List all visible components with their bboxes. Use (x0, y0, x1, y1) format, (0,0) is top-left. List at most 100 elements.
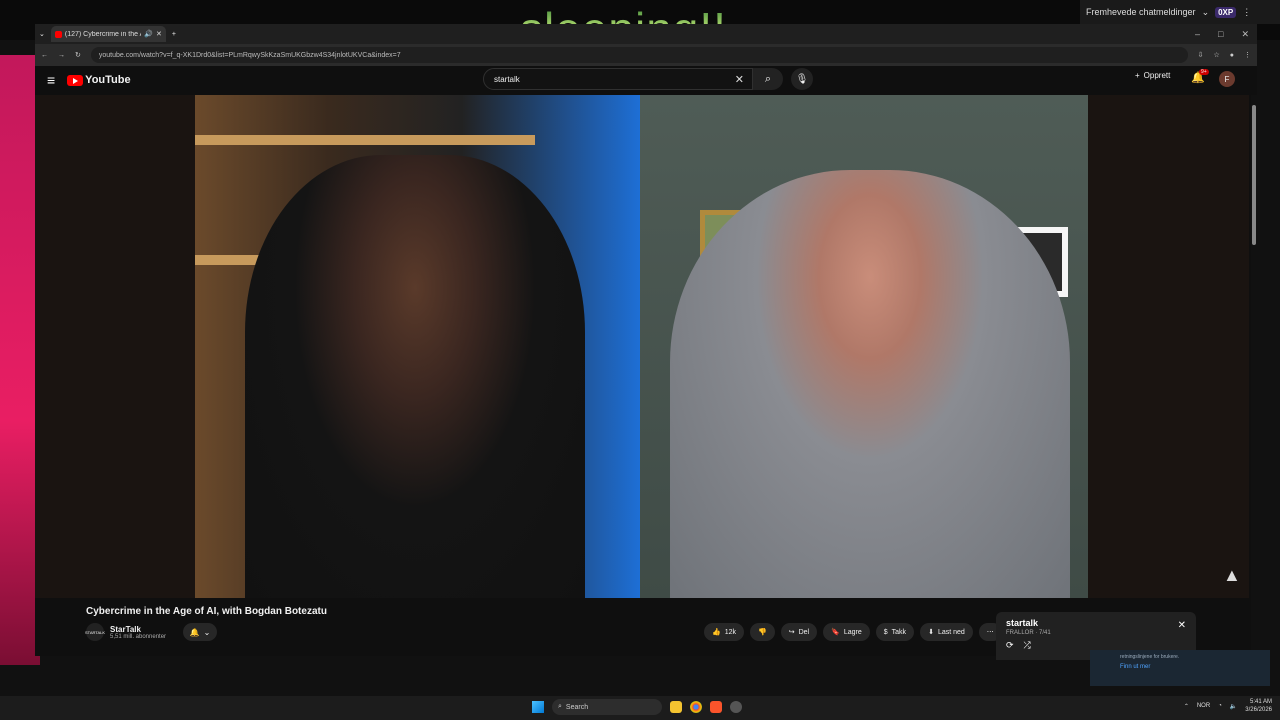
subscription-bell-button[interactable]: 🔔 ⌄ (183, 623, 217, 641)
thumbs-down-icon: 👎 (758, 629, 767, 636)
minimize-button[interactable]: – (1195, 29, 1200, 40)
youtube-favicon-icon (54, 30, 62, 38)
download-label: Last ned (937, 628, 965, 636)
dislike-button[interactable]: 👎 (750, 623, 775, 641)
close-window-button[interactable]: ✕ (1241, 29, 1249, 40)
chat-header-label: Fremhevede chatmeldinger (1086, 7, 1196, 17)
tab-title: (127) Cybercrime in the Ag (64, 30, 142, 38)
tab-bar: ⌄ (127) Cybercrime in the Ag 🔊 ✕ + – □ ✕ (35, 24, 1257, 44)
youtube-play-icon (67, 74, 84, 86)
create-label: Opprett (1143, 71, 1171, 80)
wifi-icon[interactable]: ◔ (1218, 703, 1222, 709)
video-actions: 👍 12k 👎 ↪ Del 🔖 Lagre $ Takk ⬇ Last ned ⋯ (704, 623, 1002, 641)
desktop-background (0, 55, 40, 665)
xp-badge: 0XP (1215, 6, 1237, 18)
lang-indicator[interactable]: NOR (1197, 703, 1210, 709)
search-button[interactable]: ⌕ (753, 68, 783, 90)
file-explorer-icon[interactable] (670, 701, 682, 713)
system-tray: ⌃ NOR ◔ 🔈 5:41 AM 3/26/2026 (1184, 698, 1272, 714)
video-left-speaker (195, 95, 640, 598)
shuffle-icon[interactable]: ⤮ (1024, 640, 1031, 651)
bookshelf (195, 135, 535, 145)
download-button[interactable]: ⬇ Last ned (920, 623, 973, 641)
app-icon[interactable] (730, 701, 742, 713)
browser-menu-icon[interactable]: ⋮ (1244, 51, 1251, 59)
youtube-logo-text: YouTube (85, 74, 131, 86)
youtube-logo[interactable]: YouTube (67, 74, 131, 86)
tab-list-icon[interactable]: ⌄ (39, 30, 45, 38)
clock-date: 3/26/2026 (1245, 707, 1272, 713)
dollar-icon: $ (883, 628, 888, 636)
channel-info[interactable]: STARTALK StarTalk 5,51 mill. abonnenter (85, 623, 167, 641)
share-icon: ↪ (788, 629, 795, 636)
close-tab-icon[interactable]: ✕ (156, 30, 162, 38)
thanks-button[interactable]: $ Takk (875, 623, 915, 641)
chat-header[interactable]: Fremhevede chatmeldinger ⌄ 0XP ⋮ (1080, 0, 1280, 24)
host-person (245, 155, 585, 598)
volume-icon[interactable]: 🔈 (1230, 703, 1237, 710)
create-button[interactable]: + Opprett (1135, 71, 1170, 80)
account-avatar[interactable]: F (1219, 71, 1235, 87)
like-count: 12k (724, 628, 737, 636)
tooltip-text: retningslinjene for brukere. (1120, 654, 1180, 660)
share-button[interactable]: ↪ Del (780, 623, 818, 641)
plus-icon: + (1135, 71, 1140, 80)
back-icon[interactable]: ← (41, 52, 48, 59)
install-icon[interactable]: ⇩ (1198, 51, 1204, 59)
mic-icon: 🎙 (795, 73, 809, 85)
loop-icon[interactable]: ⟳ (1006, 640, 1014, 651)
more-icon: ⋯ (986, 629, 994, 636)
video-player[interactable]: COOL IT GUY ▲ (35, 95, 1249, 598)
forward-icon[interactable]: → (58, 52, 65, 59)
address-bar: ← → ↻ youtube.com/watch?v=f_q-XK1Drd0&li… (35, 44, 1257, 66)
playlist-title[interactable]: startalk (1006, 618, 1186, 628)
profile-icon[interactable]: ● (1230, 52, 1234, 59)
channel-avatar[interactable]: STARTALK (85, 623, 105, 641)
speaker-icon[interactable]: 🔊 (144, 30, 153, 38)
thanks-label: Takk (891, 628, 907, 636)
page-scrollbar[interactable] (1251, 95, 1257, 655)
chevron-down-icon: ⌄ (203, 627, 211, 637)
youtube-header: ≡ YouTube startalk ✕ ⌕ 🎙 + Opprett 🔔 9+ … (35, 66, 1257, 94)
hamburger-menu-icon[interactable]: ≡ (47, 72, 55, 88)
like-button[interactable]: 👍 12k (704, 623, 745, 641)
chevron-down-icon: ⌄ (1201, 6, 1210, 17)
share-label: Del (798, 628, 810, 636)
bell-icon: 🔔 (189, 627, 200, 637)
channel-name[interactable]: StarTalk (110, 625, 166, 634)
search-input[interactable]: startalk ✕ (483, 68, 753, 90)
chrome-icon[interactable] (690, 701, 702, 713)
more-icon[interactable]: ⋮ (1242, 7, 1251, 18)
download-icon: ⬇ (928, 629, 934, 636)
tab-youtube[interactable]: (127) Cybercrime in the Ag 🔊 ✕ (50, 26, 166, 42)
bookmark-star-icon[interactable]: ☆ (1213, 51, 1219, 59)
save-label: Lagre (843, 628, 862, 636)
close-playlist-icon[interactable]: ✕ (1178, 620, 1186, 631)
save-button[interactable]: 🔖 Lagre (823, 623, 870, 641)
url-field[interactable]: youtube.com/watch?v=f_q-XK1Drd0&list=PLm… (90, 47, 1188, 63)
scrollbar-thumb[interactable] (1252, 105, 1256, 245)
search-icon: ⌕ (558, 703, 562, 710)
clock[interactable]: 5:41 AM 3/26/2026 (1245, 698, 1272, 714)
notification-count-badge: 9+ (1199, 69, 1209, 75)
taskbar-apps: ⌕ Search (532, 699, 742, 715)
search-icon: ⌕ (764, 72, 772, 85)
windows-start-icon[interactable] (532, 701, 544, 713)
tray-chevron-icon[interactable]: ⌃ (1184, 703, 1189, 710)
voice-search-button[interactable]: 🎙 (791, 68, 813, 90)
learn-more-link[interactable]: Finn ut mer (1120, 664, 1240, 670)
new-tab-icon[interactable]: + (172, 31, 176, 38)
brave-icon[interactable] (710, 701, 722, 713)
startalk-watermark-icon: ▲ (1223, 565, 1241, 585)
subscriber-count: 5,51 mill. abonnenter (110, 633, 167, 640)
maximize-button[interactable]: □ (1218, 29, 1223, 40)
clear-search-icon[interactable]: ✕ (735, 73, 744, 86)
bookmark-icon: 🔖 (831, 629, 840, 636)
taskbar-search-label: Search (565, 703, 589, 711)
playlist-subtitle: FRALLOR · 7/41 (1006, 630, 1051, 636)
window-controls: – □ ✕ (1195, 29, 1257, 40)
taskbar-search[interactable]: ⌕ Search (552, 699, 662, 715)
video-title: Cybercrime in the Age of AI, with Bogdan… (86, 606, 327, 617)
reload-icon[interactable]: ↻ (75, 51, 81, 59)
info-tooltip: retningslinjene for brukere. Finn ut mer (1090, 650, 1270, 686)
